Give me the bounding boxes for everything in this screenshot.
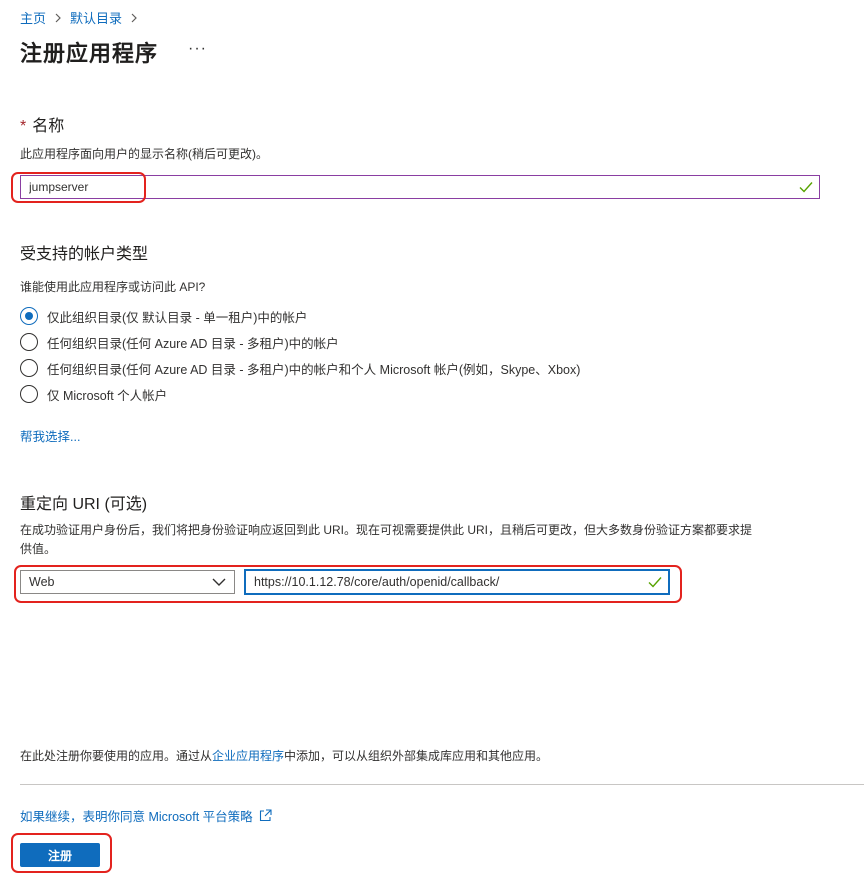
breadcrumb: 主页 默认目录 <box>20 8 146 27</box>
enterprise-applications-link[interactable]: 企业应用程序 <box>212 749 284 763</box>
radio-button[interactable] <box>20 385 38 403</box>
account-option-single-tenant[interactable]: 仅此组织目录(仅 默认目录 - 单一租户)中的帐户 <box>20 303 580 329</box>
redirect-uri-container <box>244 569 670 595</box>
radio-button[interactable] <box>20 333 38 351</box>
chevron-right-icon <box>130 13 138 23</box>
redirect-description-line: 在成功验证用户身份后，我们将把身份验证响应返回到此 URI。现在可视需要提供此 … <box>20 523 753 537</box>
more-options-button[interactable]: ··· <box>188 40 207 58</box>
required-mark: * <box>20 118 27 135</box>
account-option-multi-tenant[interactable]: 任何组织目录(任何 Azure AD 目录 - 多租户)中的帐户 <box>20 329 580 355</box>
name-section-label: 名称 <box>32 118 65 135</box>
register-button[interactable]: 注册 <box>20 843 100 867</box>
footer-note-suffix: 中添加，可以从组织外部集成库应用和其他应用。 <box>284 749 549 763</box>
external-link-icon[interactable] <box>259 809 272 822</box>
platform-policy-link[interactable]: 如果继续，表明你同意 Microsoft 平台策略 <box>20 806 253 825</box>
radio-button[interactable] <box>20 307 38 325</box>
name-section-title: * 名称 <box>20 112 64 136</box>
redirect-uri-title: 重定向 URI (可选) <box>20 496 148 513</box>
name-input[interactable] <box>21 176 819 198</box>
name-description: 此应用程序面向用户的显示名称(稍后可更改)。 <box>20 147 268 161</box>
account-option-label: 仅此组织目录(仅 默认目录 - 单一租户)中的帐户 <box>47 310 308 325</box>
chevron-down-icon <box>212 578 226 586</box>
name-field-container <box>20 175 820 199</box>
account-option-label: 仅 Microsoft 个人帐户 <box>47 388 168 403</box>
account-types-question: 谁能使用此应用程序或访问此 API? <box>20 280 206 294</box>
account-option-personal-only[interactable]: 仅 Microsoft 个人帐户 <box>20 381 580 407</box>
account-type-radio-group: 仅此组织目录(仅 默认目录 - 单一租户)中的帐户 任何组织目录(任何 Azur… <box>20 303 580 407</box>
account-option-label: 任何组织目录(任何 Azure AD 目录 - 多租户)中的帐户和个人 Micr… <box>47 362 581 377</box>
platform-select[interactable]: Web <box>20 570 235 594</box>
account-option-multi-tenant-personal[interactable]: 任何组织目录(任何 Azure AD 目录 - 多租户)中的帐户和个人 Micr… <box>20 355 580 381</box>
account-option-label: 任何组织目录(任何 Azure AD 目录 - 多租户)中的帐户 <box>47 336 339 351</box>
breadcrumb-default-directory[interactable]: 默认目录 <box>70 8 122 27</box>
redirect-description-line: 供值。 <box>20 542 57 556</box>
divider <box>20 784 864 785</box>
policy-row: 如果继续，表明你同意 Microsoft 平台策略 <box>20 806 272 825</box>
checkmark-icon <box>648 577 662 588</box>
help-me-choose-link[interactable]: 帮我选择... <box>20 426 80 445</box>
footer-note-prefix: 在此处注册你要使用的应用。通过从 <box>20 749 213 763</box>
footer-note: 在此处注册你要使用的应用。通过从企业应用程序中添加，可以从组织外部集成库应用和其… <box>20 747 548 764</box>
account-types-title: 受支持的帐户类型 <box>20 246 149 263</box>
page-title: 注册应用程序 <box>20 41 159 66</box>
platform-select-value: Web <box>29 575 55 589</box>
chevron-right-icon <box>54 13 62 23</box>
breadcrumb-home[interactable]: 主页 <box>20 8 46 27</box>
redirect-uri-description: 在成功验证用户身份后，我们将把身份验证响应返回到此 URI。现在可视需要提供此 … <box>20 521 820 559</box>
checkmark-icon <box>799 182 813 193</box>
radio-button[interactable] <box>20 359 38 377</box>
redirect-uri-input[interactable] <box>246 571 668 593</box>
